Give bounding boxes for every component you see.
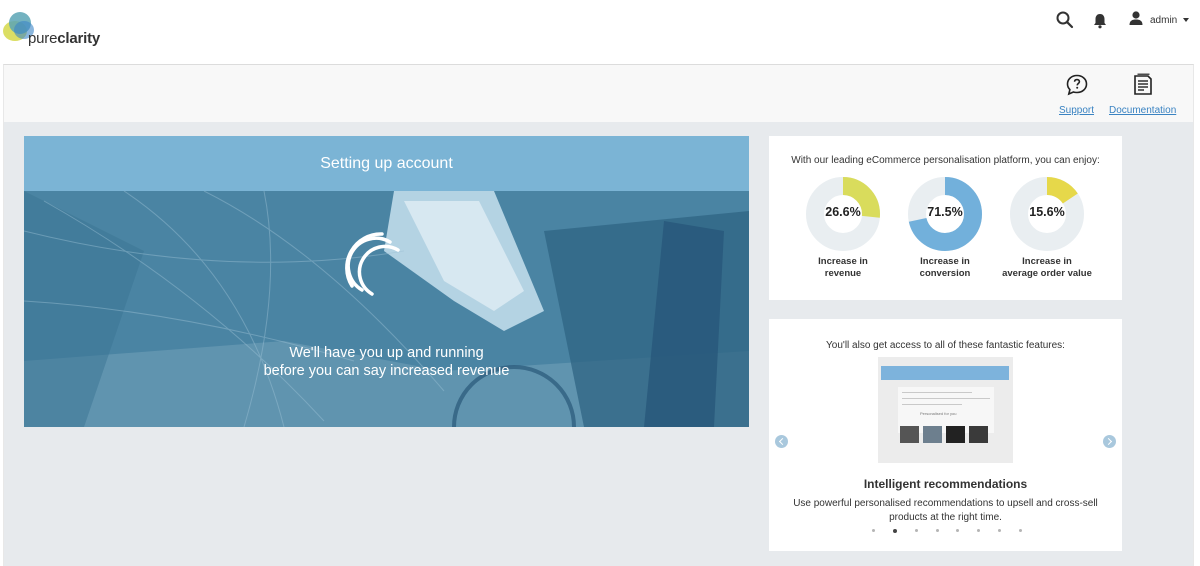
stat-label-line1: Increase in bbox=[1022, 256, 1072, 267]
speech-question-icon bbox=[1065, 73, 1089, 102]
hero-background-image bbox=[24, 191, 749, 427]
search-icon[interactable] bbox=[1055, 10, 1075, 30]
pureclarity-logo[interactable]: pureclarity bbox=[3, 10, 103, 50]
carousel-dot[interactable] bbox=[914, 529, 918, 532]
mock-caption: Personalised for you bbox=[920, 411, 957, 416]
loading-spinner-icon bbox=[345, 232, 400, 296]
carousel-pagination bbox=[872, 527, 1022, 535]
documentation-label[interactable]: Documentation bbox=[1109, 105, 1176, 116]
stat-value: 15.6% bbox=[1029, 205, 1065, 219]
stat-label-line1: Increase in bbox=[818, 256, 868, 267]
caret-down-icon bbox=[1183, 18, 1190, 22]
hero-message-line1: We'll have you up and running bbox=[289, 345, 484, 361]
carousel-dot[interactable] bbox=[892, 528, 897, 533]
stat-revenue: 26.6% Increase in revenue bbox=[793, 176, 893, 280]
stat-label-line2: average order value bbox=[1002, 268, 1092, 279]
carousel-dot[interactable] bbox=[872, 529, 875, 532]
feature-title: Intelligent recommendations bbox=[863, 477, 1028, 491]
help-bar: Support Documentation bbox=[3, 64, 1194, 122]
logo-wordmark: pureclarity bbox=[28, 30, 100, 47]
features-carousel: You'll also get access to all of these f… bbox=[769, 319, 1122, 551]
stat-label: Increase in revenue bbox=[793, 256, 893, 280]
user-name: admin bbox=[1150, 14, 1178, 26]
stat-label: Increase in average order value bbox=[997, 256, 1097, 280]
mock-product-thumb bbox=[946, 426, 965, 443]
stat-order-value: 15.6% Increase in average order value bbox=[997, 176, 1097, 280]
feature-description: Use powerful personalised recommendation… bbox=[793, 498, 1098, 523]
stat-label-line1: Increase in bbox=[920, 256, 970, 267]
features-intro: You'll also get access to all of these f… bbox=[826, 340, 1065, 351]
hero-message-line2: before you can say increased revenue bbox=[263, 363, 510, 379]
chevron-right-icon[interactable] bbox=[1103, 435, 1116, 448]
carousel-dot[interactable] bbox=[1018, 529, 1022, 532]
chevron-left-icon[interactable] bbox=[775, 435, 788, 448]
bell-icon[interactable] bbox=[1091, 10, 1111, 30]
hero-title: Setting up account bbox=[320, 154, 453, 172]
documentation-link[interactable]: Documentation bbox=[1109, 73, 1176, 116]
logo-prefix: pure bbox=[28, 30, 58, 47]
mock-product-thumb bbox=[969, 426, 988, 443]
mock-line bbox=[902, 398, 990, 399]
stat-label-line2: revenue bbox=[824, 268, 862, 279]
main-content: Setting up account We'll have you up and… bbox=[3, 122, 1194, 566]
user-icon bbox=[1128, 10, 1144, 31]
stat-label: Increase in conversion bbox=[895, 256, 995, 280]
document-icon bbox=[1131, 73, 1155, 102]
logo-suffix: clarity bbox=[57, 30, 101, 47]
carousel-dot[interactable] bbox=[998, 529, 1002, 532]
feature-screenshot: Personalised for you bbox=[878, 357, 1013, 463]
mock-product-thumb bbox=[900, 426, 919, 443]
carousel-dot[interactable] bbox=[956, 529, 960, 532]
support-label[interactable]: Support bbox=[1059, 105, 1094, 116]
mock-navbar bbox=[881, 366, 1009, 380]
stat-value: 71.5% bbox=[927, 205, 963, 219]
benefits-intro: With our leading eCommerce personalisati… bbox=[791, 155, 1100, 166]
stat-value: 26.6% bbox=[825, 205, 861, 219]
setup-progress-card: Setting up account We'll have you up and… bbox=[24, 136, 749, 427]
stat-label-line2: conversion bbox=[919, 268, 971, 279]
mock-line bbox=[902, 392, 972, 393]
mock-product-thumb bbox=[923, 426, 942, 443]
support-link[interactable]: Support bbox=[1059, 73, 1094, 116]
benefits-card: With our leading eCommerce personalisati… bbox=[769, 136, 1122, 300]
carousel-dot[interactable] bbox=[935, 529, 939, 532]
carousel-dot[interactable] bbox=[977, 529, 981, 532]
hero-header: Setting up account bbox=[24, 136, 749, 191]
stat-conversion: 71.5% Increase in conversion bbox=[895, 176, 995, 280]
top-header: pureclarity admin bbox=[0, 0, 1200, 64]
user-menu[interactable]: admin bbox=[1128, 10, 1190, 31]
mock-line bbox=[902, 404, 962, 405]
